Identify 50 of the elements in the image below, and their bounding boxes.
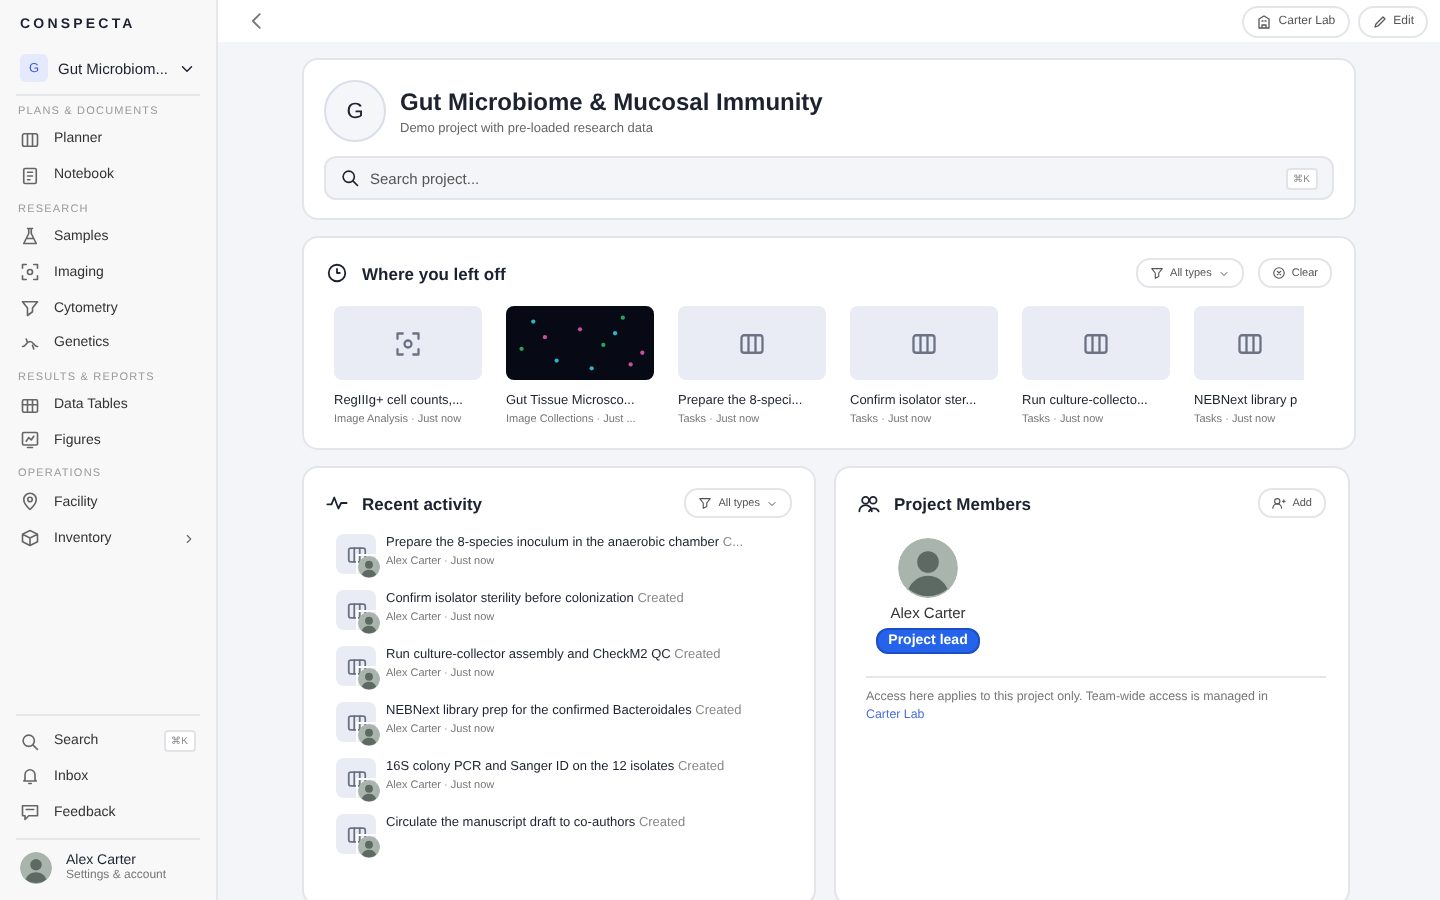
columns-icon [738,329,766,357]
pencil-icon [1371,13,1388,29]
columns-icon [345,543,367,565]
box-icon [20,528,40,549]
notebook-icon [20,165,40,186]
chat-icon [20,802,40,823]
columns-icon [345,767,367,789]
table-icon [20,395,40,416]
pin-icon [20,492,40,513]
focus-icon [20,262,40,283]
avatar-icon [358,780,380,802]
chevron-down-icon [766,497,778,509]
avatar-icon [358,724,380,746]
card-title: Where you left off [362,263,508,283]
funnel-icon [20,298,40,319]
columns-icon [1235,329,1263,357]
add-person-icon [1272,496,1287,510]
bell-icon [20,766,40,787]
activity-icon [326,492,348,514]
card-title: Project Members [894,493,1033,513]
avatar-icon [358,612,380,634]
clear-icon [1271,266,1286,280]
columns-icon [345,655,367,677]
columns-icon [1082,329,1110,357]
funnel-icon [1150,266,1165,280]
columns-icon [910,329,938,357]
avatar-icon [358,556,380,578]
helix-icon [20,333,40,354]
card-title: Recent activity [362,493,484,513]
people-icon [858,492,880,514]
flask-icon [20,226,40,247]
columns-icon [345,599,367,621]
chevron-right-icon [182,531,196,546]
avatar-icon [358,836,380,858]
search-icon [20,731,40,751]
focus-icon [394,329,422,357]
columns-icon [20,129,40,150]
project-title: Gut Microbiome & Mucosal Immunity [400,87,823,115]
clock-icon [326,262,348,284]
avatar-icon [20,852,52,884]
chevron-down-icon [1217,267,1230,279]
project-avatar: G [324,80,386,142]
columns-icon [345,823,367,845]
avatar-icon [358,668,380,690]
columns-icon [345,711,367,733]
funnel-icon [698,496,713,510]
building-icon [1256,13,1273,29]
search-icon [340,168,360,188]
avatar-icon [898,538,958,598]
chart-icon [20,430,40,451]
